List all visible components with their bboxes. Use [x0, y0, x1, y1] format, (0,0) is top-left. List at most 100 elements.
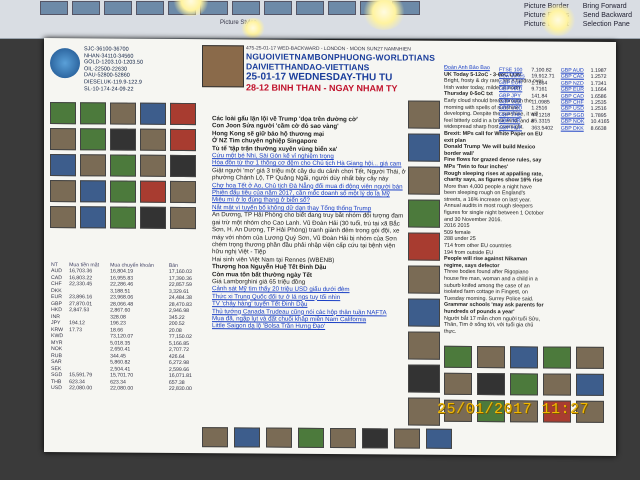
- news-photo[interactable]: [576, 373, 604, 396]
- rate-row: GBP HUF 363.5402 GBP DKK 8.6638: [498, 125, 614, 132]
- picture-style-thumb[interactable]: [136, 1, 164, 15]
- news-photo[interactable]: [576, 346, 604, 369]
- news-photo[interactable]: [408, 331, 440, 360]
- exchange-rate-table: NT Mua tiền mặt Mua chuyển khoản Bán AUD…: [50, 262, 200, 393]
- send-backward-button[interactable]: Send Backward: [583, 11, 632, 20]
- news-photo[interactable]: [50, 154, 76, 177]
- news-photo[interactable]: [408, 133, 440, 162]
- news-photo[interactable]: [408, 397, 440, 426]
- camera-timestamp: 25/01/2017 11:27: [437, 401, 590, 418]
- news-photo[interactable]: [426, 428, 452, 449]
- news-photo[interactable]: [510, 373, 538, 396]
- news-photo[interactable]: [510, 346, 538, 369]
- news-photo[interactable]: [444, 372, 472, 395]
- news-photo[interactable]: [298, 427, 324, 448]
- news-photo[interactable]: [170, 128, 196, 152]
- rate-value: 363.5402: [531, 125, 554, 132]
- rhs-news-item: Fine flows for grazed dense rules, say M…: [444, 157, 542, 171]
- commodity-tickers: SJC-36100-36700 NHAN-34110-34560 GOLD-12…: [84, 46, 143, 93]
- ticker-line: SL-10-174-24-09-22: [84, 85, 134, 93]
- news-photo[interactable]: [140, 180, 166, 203]
- news-photo[interactable]: [202, 427, 228, 448]
- news-headline-link[interactable]: Little Saigon dạ lộ 'Bolsa Trăn Hưng Đạo…: [212, 323, 408, 332]
- news-photo[interactable]: [110, 154, 136, 177]
- bring-forward-button[interactable]: Bring Forward: [583, 2, 627, 11]
- rhs-news-item: More than 4,000 people a night have been…: [444, 183, 544, 223]
- selection-pane-button[interactable]: Selection Pane: [583, 20, 630, 29]
- news-photo[interactable]: [408, 100, 440, 129]
- market-rates: FTSE 100 7,100.82 GBP AUD 1.1987 Dow Jones 19…: [498, 67, 614, 132]
- news-photo[interactable]: [80, 180, 106, 203]
- news-photo[interactable]: [110, 128, 136, 151]
- picture-style-thumb[interactable]: [40, 1, 68, 15]
- fx-row: HKD 2,847.53 2,867.60 2,946.98: [50, 307, 200, 315]
- rhs-news-item: People will rise against Nikaman regime,…: [444, 256, 528, 269]
- news-photo[interactable]: [110, 180, 136, 203]
- photo-grid: [50, 102, 200, 230]
- news-photo[interactable]: [543, 373, 571, 396]
- globe-icon: [50, 48, 80, 79]
- author-photo: [202, 45, 244, 88]
- news-photo[interactable]: [110, 206, 136, 229]
- fx-row: USD 22,080.00 22,080.00 22,830.00: [50, 385, 200, 393]
- middle-photo-column: [408, 100, 440, 431]
- news-photo[interactable]: [80, 128, 106, 151]
- news-photo[interactable]: [543, 346, 571, 369]
- bottom-photo-strip: [202, 427, 614, 450]
- picture-style-thumb[interactable]: [104, 1, 132, 15]
- ticker-line: DIESELUK-119.9-122.9: [84, 79, 142, 86]
- news-photo[interactable]: [408, 364, 440, 393]
- news-photo[interactable]: [408, 265, 440, 294]
- news-photo[interactable]: [140, 206, 166, 229]
- rhs-news-item: Grammar schools 'may ask parents for hun…: [444, 302, 544, 316]
- news-photo[interactable]: [170, 102, 196, 126]
- picture-style-thumb[interactable]: [232, 1, 260, 15]
- news-photo[interactable]: [50, 128, 76, 151]
- news-photo[interactable]: [50, 206, 76, 229]
- news-photo[interactable]: [170, 180, 196, 204]
- picture-style-thumb[interactable]: [328, 1, 356, 15]
- rate-symbol-link[interactable]: GBP HUF: [498, 125, 530, 132]
- news-photo[interactable]: [170, 206, 196, 230]
- rate-symbol-link[interactable]: GBP DKK: [560, 125, 590, 132]
- news-photo[interactable]: [50, 180, 76, 203]
- picture-style-thumb[interactable]: [72, 1, 100, 15]
- news-photo[interactable]: [408, 232, 440, 261]
- news-photo[interactable]: [362, 428, 388, 449]
- news-photo[interactable]: [477, 346, 505, 369]
- news-photo[interactable]: [140, 102, 166, 125]
- rhs-news-item: Người bắt 17 mẫn chơn nguời tuổi Sửu, Th…: [444, 315, 541, 335]
- news-photo[interactable]: [140, 154, 166, 177]
- document-page: SJC-36100-36700 NHAN-34110-34560 GOLD-12…: [44, 38, 616, 456]
- news-photo[interactable]: [408, 298, 440, 327]
- news-photo[interactable]: [50, 102, 76, 125]
- news-photo[interactable]: [140, 128, 166, 151]
- fx-row: CHF 22,330.45 22,286.46 22,857.59: [50, 281, 200, 289]
- picture-style-thumb[interactable]: [296, 1, 324, 15]
- left-column: SJC-36100-36700 NHAN-34110-34560 GOLD-12…: [50, 44, 200, 447]
- news-photo[interactable]: [477, 373, 505, 396]
- news-photo[interactable]: [170, 154, 196, 178]
- news-photo[interactable]: [234, 427, 260, 448]
- news-photo[interactable]: [408, 166, 440, 195]
- camera-glare: [540, 4, 576, 36]
- news-photo[interactable]: [330, 428, 356, 449]
- fx-rate-cell: 22,830.00: [168, 385, 192, 393]
- news-photo[interactable]: [80, 154, 106, 177]
- rhs-news-item: Three bodies found after Rigopiano house…: [444, 269, 538, 303]
- news-photo[interactable]: [80, 102, 106, 125]
- news-photo[interactable]: [444, 345, 472, 368]
- picture-style-thumb[interactable]: [264, 1, 292, 15]
- news-photo[interactable]: [408, 199, 440, 228]
- rhs-news-item: Rough sleeping rises at appalling rate, …: [444, 170, 543, 184]
- news-photo[interactable]: [80, 206, 106, 229]
- fx-rate-cell: 22,080.00: [69, 385, 93, 392]
- rate-value: 8.6638: [590, 125, 607, 132]
- news-item: Giật người 'mơ' giá 3 triệu một cây du d…: [212, 167, 406, 183]
- news-photo[interactable]: [110, 102, 136, 125]
- news-photo[interactable]: [394, 428, 420, 449]
- news-photo[interactable]: [266, 427, 292, 448]
- camera-glare: [240, 18, 266, 38]
- news-item: An Dương, TP Hải Phòng cho biết đang tru…: [212, 211, 404, 256]
- fx-currency-code: USD: [51, 385, 62, 392]
